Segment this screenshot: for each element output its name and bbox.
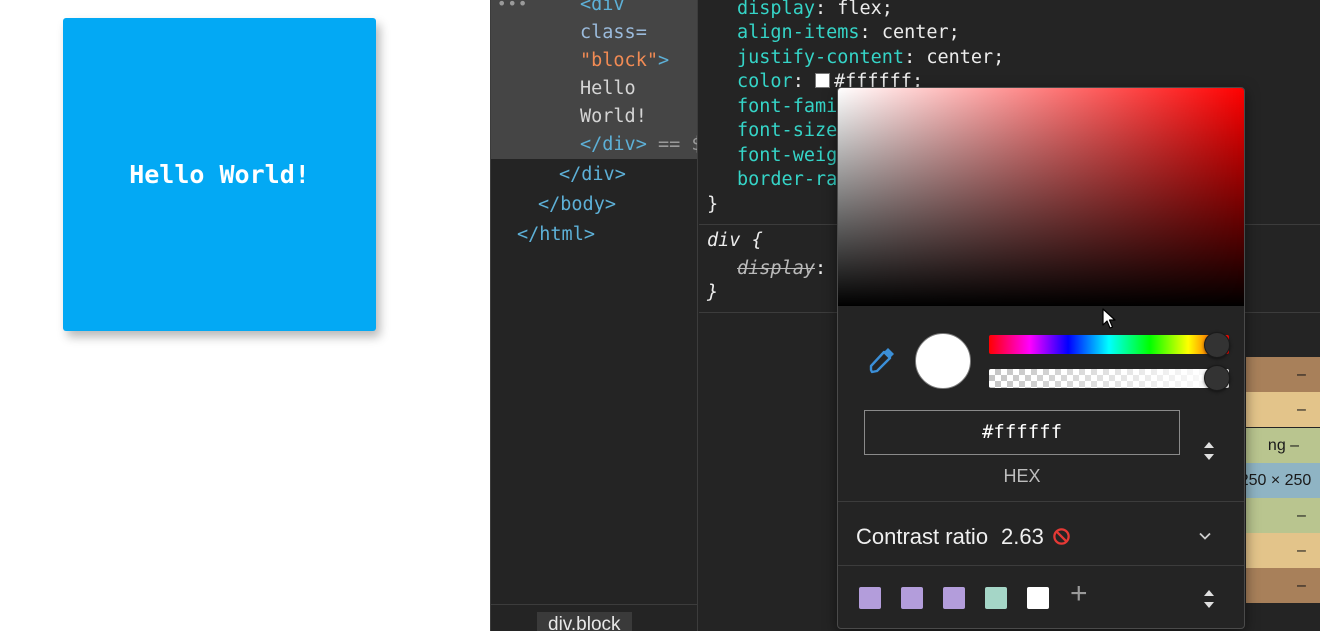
box-model-value: –	[1297, 507, 1306, 524]
css-colon: :	[859, 22, 871, 43]
breadcrumb: div.block	[491, 604, 697, 631]
tag-close-bracket: >	[657, 50, 670, 71]
rule-close-brace: }	[707, 282, 719, 303]
css-colon: :	[814, 0, 827, 19]
alpha-slider-handle[interactable]	[1204, 365, 1230, 391]
palette-swatch[interactable]	[985, 587, 1007, 609]
css-declaration-justify-content[interactable]: justify-content: center;	[737, 46, 1004, 71]
text-node-hello[interactable]: Hello	[580, 77, 636, 102]
css-value-justify-content: center;	[926, 47, 1005, 68]
contrast-fail-icon	[1053, 528, 1070, 545]
css-prop-justify-content: justify-content	[737, 47, 905, 68]
section-divider	[838, 565, 1244, 566]
class-attribute[interactable]: class=	[580, 21, 647, 46]
css-value-display: flex;	[837, 0, 893, 19]
elements-panel: ••• <div class= "block"> Hello World! </…	[491, 0, 698, 631]
css-prop-font-weight[interactable]: font-weig	[737, 144, 837, 169]
box-model-border-bottom[interactable]: –	[1246, 533, 1320, 568]
hello-world-text: Hello World!	[129, 160, 310, 189]
contrast-ratio-value: 2.63	[1001, 524, 1044, 549]
color-swatch[interactable]	[814, 73, 830, 88]
hue-slider-handle[interactable]	[1204, 332, 1230, 358]
box-model-padding-bottom[interactable]: –	[1246, 498, 1320, 533]
rule-open-brace: {	[751, 230, 763, 251]
box-model-value: 250 × 250	[1239, 472, 1312, 489]
box-model-value: –	[1297, 366, 1306, 383]
color-format-label: HEX	[1003, 466, 1041, 486]
css-value-align-items: center;	[881, 22, 960, 43]
div-open-tag[interactable]: <div	[580, 0, 625, 18]
class-value: "block"	[580, 50, 658, 71]
more-actions-dots-icon[interactable]: •••	[497, 0, 528, 13]
eyedropper-icon[interactable]	[866, 344, 898, 376]
html-close-tag[interactable]: </html>	[517, 223, 595, 248]
hue-slider[interactable]	[989, 335, 1229, 354]
breadcrumb-item-div-block[interactable]: div.block	[537, 612, 632, 631]
palette-swatch[interactable]	[901, 587, 923, 609]
css-declaration-align-items[interactable]: align-items: center;	[737, 21, 960, 46]
selector-div: div	[707, 230, 741, 251]
hex-value-input[interactable]: #ffffff	[864, 410, 1180, 455]
add-color-button[interactable]: +	[1070, 579, 1088, 609]
css-prop-font-family[interactable]: font-fami	[737, 95, 837, 120]
class-value-line[interactable]: "block">	[580, 49, 669, 74]
css-prop-overridden-display: display	[737, 258, 815, 279]
palette-swatch[interactable]	[1027, 587, 1049, 609]
box-model-border-top[interactable]: –	[1246, 392, 1320, 427]
css-prop-color: color	[737, 71, 793, 92]
color-spectrum[interactable]	[838, 88, 1244, 306]
box-model-padding-top[interactable]: ng –	[1246, 428, 1320, 463]
css-declaration-overridden-display[interactable]: display:	[737, 257, 826, 282]
format-toggle-icon[interactable]	[1202, 439, 1216, 463]
section-divider	[838, 501, 1244, 502]
css-colon: :	[814, 258, 827, 279]
css-colon: :	[792, 71, 804, 92]
box-model-content-size[interactable]: 250 × 250	[1240, 463, 1320, 498]
color-picker: #ffffff HEX Contrast ratio 2.63 +	[837, 87, 1245, 629]
page-preview: Hello World!	[0, 0, 490, 631]
chevron-down-icon[interactable]	[1197, 528, 1213, 544]
mouse-cursor-icon	[1102, 308, 1116, 329]
outer-div-close-tag[interactable]: </div>	[559, 163, 626, 188]
current-color-preview	[915, 333, 971, 389]
box-model-value: –	[1297, 577, 1306, 594]
palette-swatch[interactable]	[859, 587, 881, 609]
css-prop-align-items: align-items	[737, 22, 860, 43]
selected-marker: == $	[657, 134, 697, 155]
alpha-slider[interactable]	[989, 369, 1229, 388]
css-prop-display: display	[737, 0, 815, 19]
css-declaration-display[interactable]: display: flex;	[737, 0, 893, 22]
div-close-line[interactable]: </div> == $	[580, 133, 697, 158]
div-close-tag: </div>	[580, 134, 647, 155]
css-prop-font-size[interactable]: font-size	[737, 119, 837, 144]
box-model-margin-bottom[interactable]: –	[1246, 568, 1320, 603]
box-model-value: –	[1297, 542, 1306, 559]
css-prop-border-radius[interactable]: border-ra	[737, 168, 837, 193]
css-colon: :	[904, 47, 916, 68]
hello-world-block[interactable]: Hello World!	[63, 18, 376, 331]
palette-swatch[interactable]	[943, 587, 965, 609]
contrast-ratio-label[interactable]: Contrast ratio	[856, 524, 988, 550]
box-model-margin-top[interactable]: –	[1246, 357, 1320, 392]
rule-close-brace: }	[707, 194, 719, 215]
box-model-value: ng –	[1267, 437, 1300, 454]
ua-rule-selector: div {	[707, 229, 763, 254]
palette-toggle-icon[interactable]	[1202, 587, 1216, 611]
box-model-value: –	[1297, 401, 1306, 418]
text-node-world[interactable]: World!	[580, 105, 647, 130]
body-close-tag[interactable]: </body>	[538, 193, 616, 218]
